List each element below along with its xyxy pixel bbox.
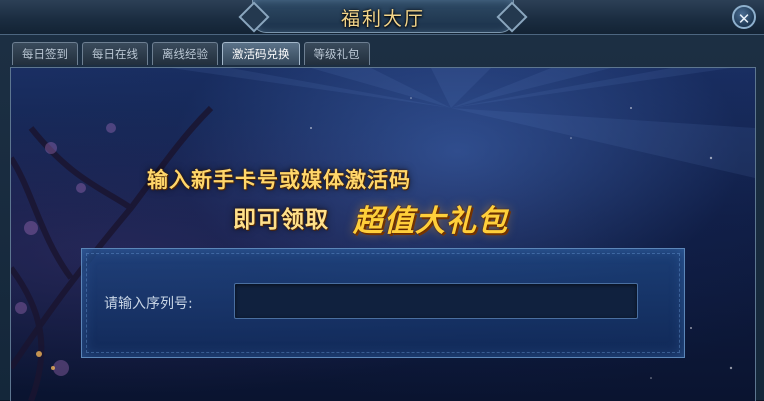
promo-line-1: 输入新手卡号或媒体激活码	[147, 168, 411, 192]
title-bar: 福利大厅 ✕	[0, 0, 764, 35]
serial-input[interactable]	[234, 283, 638, 319]
serial-label: 请输入序列号:	[104, 296, 193, 312]
tab-level-gift[interactable]: 等级礼包	[303, 42, 370, 65]
left-ornament-icon	[238, 1, 270, 33]
tab-daily-signin[interactable]: 每日签到	[12, 42, 78, 65]
serial-panel: 请输入序列号:	[81, 248, 685, 358]
window-title: 福利大厅	[340, 8, 425, 30]
promo-highlight: 超值大礼包	[353, 204, 508, 239]
right-ornament-icon	[496, 1, 528, 33]
close-icon: ✕	[737, 10, 751, 28]
promo-line-2: 即可领取	[233, 207, 329, 233]
tab-offline-exp[interactable]: 离线经验	[152, 42, 218, 65]
welfare-hall-window: 福利大厅 ✕ 每日签到 每日在线 离线经验 激活码兑换 等级礼包 输入新手卡号或…	[0, 0, 764, 401]
tab-bar: 每日签到 每日在线 离线经验 激活码兑换 等级礼包	[12, 42, 370, 66]
tab-daily-online[interactable]: 每日在线	[82, 42, 148, 65]
title-plate: 福利大厅	[238, 0, 528, 33]
redeem-content: 输入新手卡号或媒体激活码 即可领取 超值大礼包 请输入序列号:	[10, 67, 756, 401]
tab-code-redeem[interactable]: 激活码兑换	[222, 42, 300, 65]
close-button[interactable]: ✕	[732, 5, 756, 29]
